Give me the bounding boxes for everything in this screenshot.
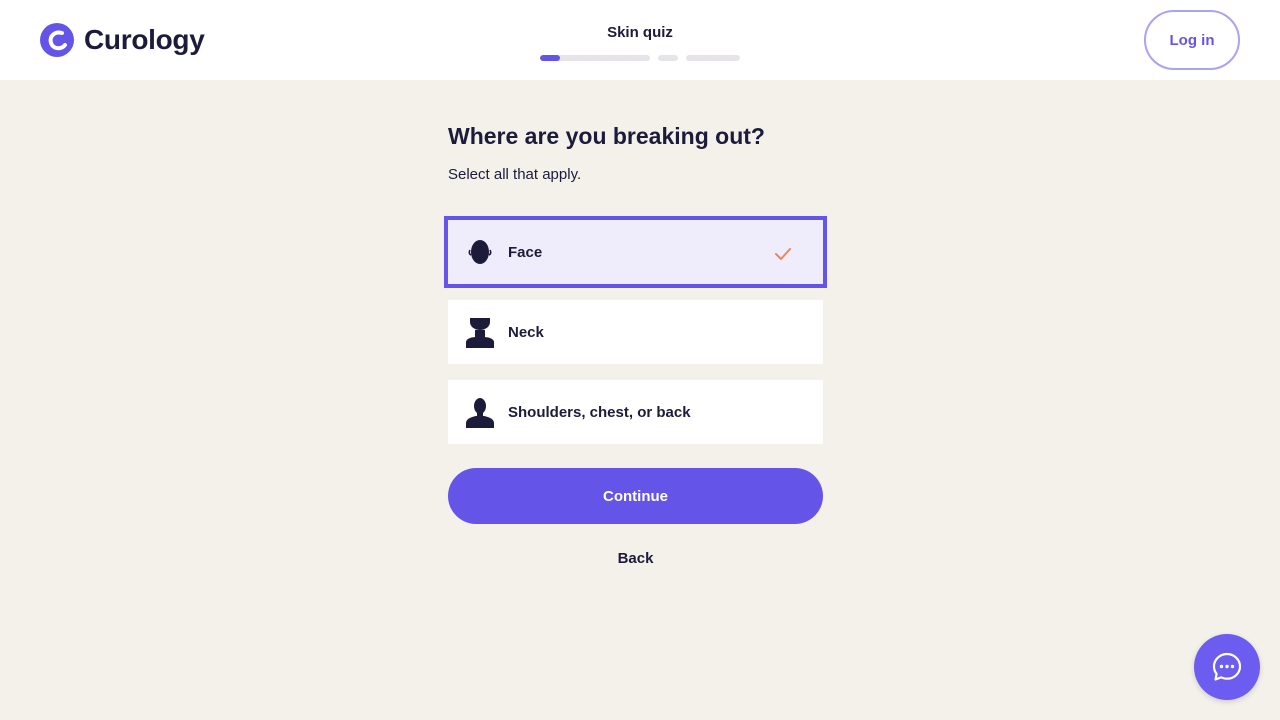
option-label: Neck [508,323,544,341]
option-label: Face [508,243,543,261]
option-label: Shoulders, chest, or back [508,403,691,421]
curology-logo-icon [40,23,74,57]
question-title: Where are you breaking out? [448,123,765,149]
login-button[interactable]: Log in [1144,10,1240,70]
chat-icon [1212,652,1242,681]
progress-fill [540,55,560,61]
quiz-progress [540,55,740,61]
option-neck[interactable]: Neck [448,300,823,364]
chat-button[interactable] [1194,634,1260,700]
progress-segment-2 [658,55,678,61]
question-hint: Select all that apply. [448,166,582,183]
torso-icon [466,398,494,428]
progress-segment-1 [540,55,650,61]
quiz-title: Skin quiz [607,24,673,41]
option-shoulders-chest-back[interactable]: Shoulders, chest, or back [448,380,823,444]
neck-icon [466,318,494,348]
back-link[interactable]: Back [448,550,823,567]
curology-logo[interactable]: Curology [40,22,205,58]
checkmark-icon [775,248,791,260]
brand-name: Curology [84,24,205,55]
continue-button[interactable]: Continue [448,468,823,524]
top-bar: Curology Skin quiz Log in [0,0,1280,80]
option-face[interactable]: Face [444,216,827,288]
progress-segment-3 [686,55,740,61]
face-icon [468,240,492,264]
